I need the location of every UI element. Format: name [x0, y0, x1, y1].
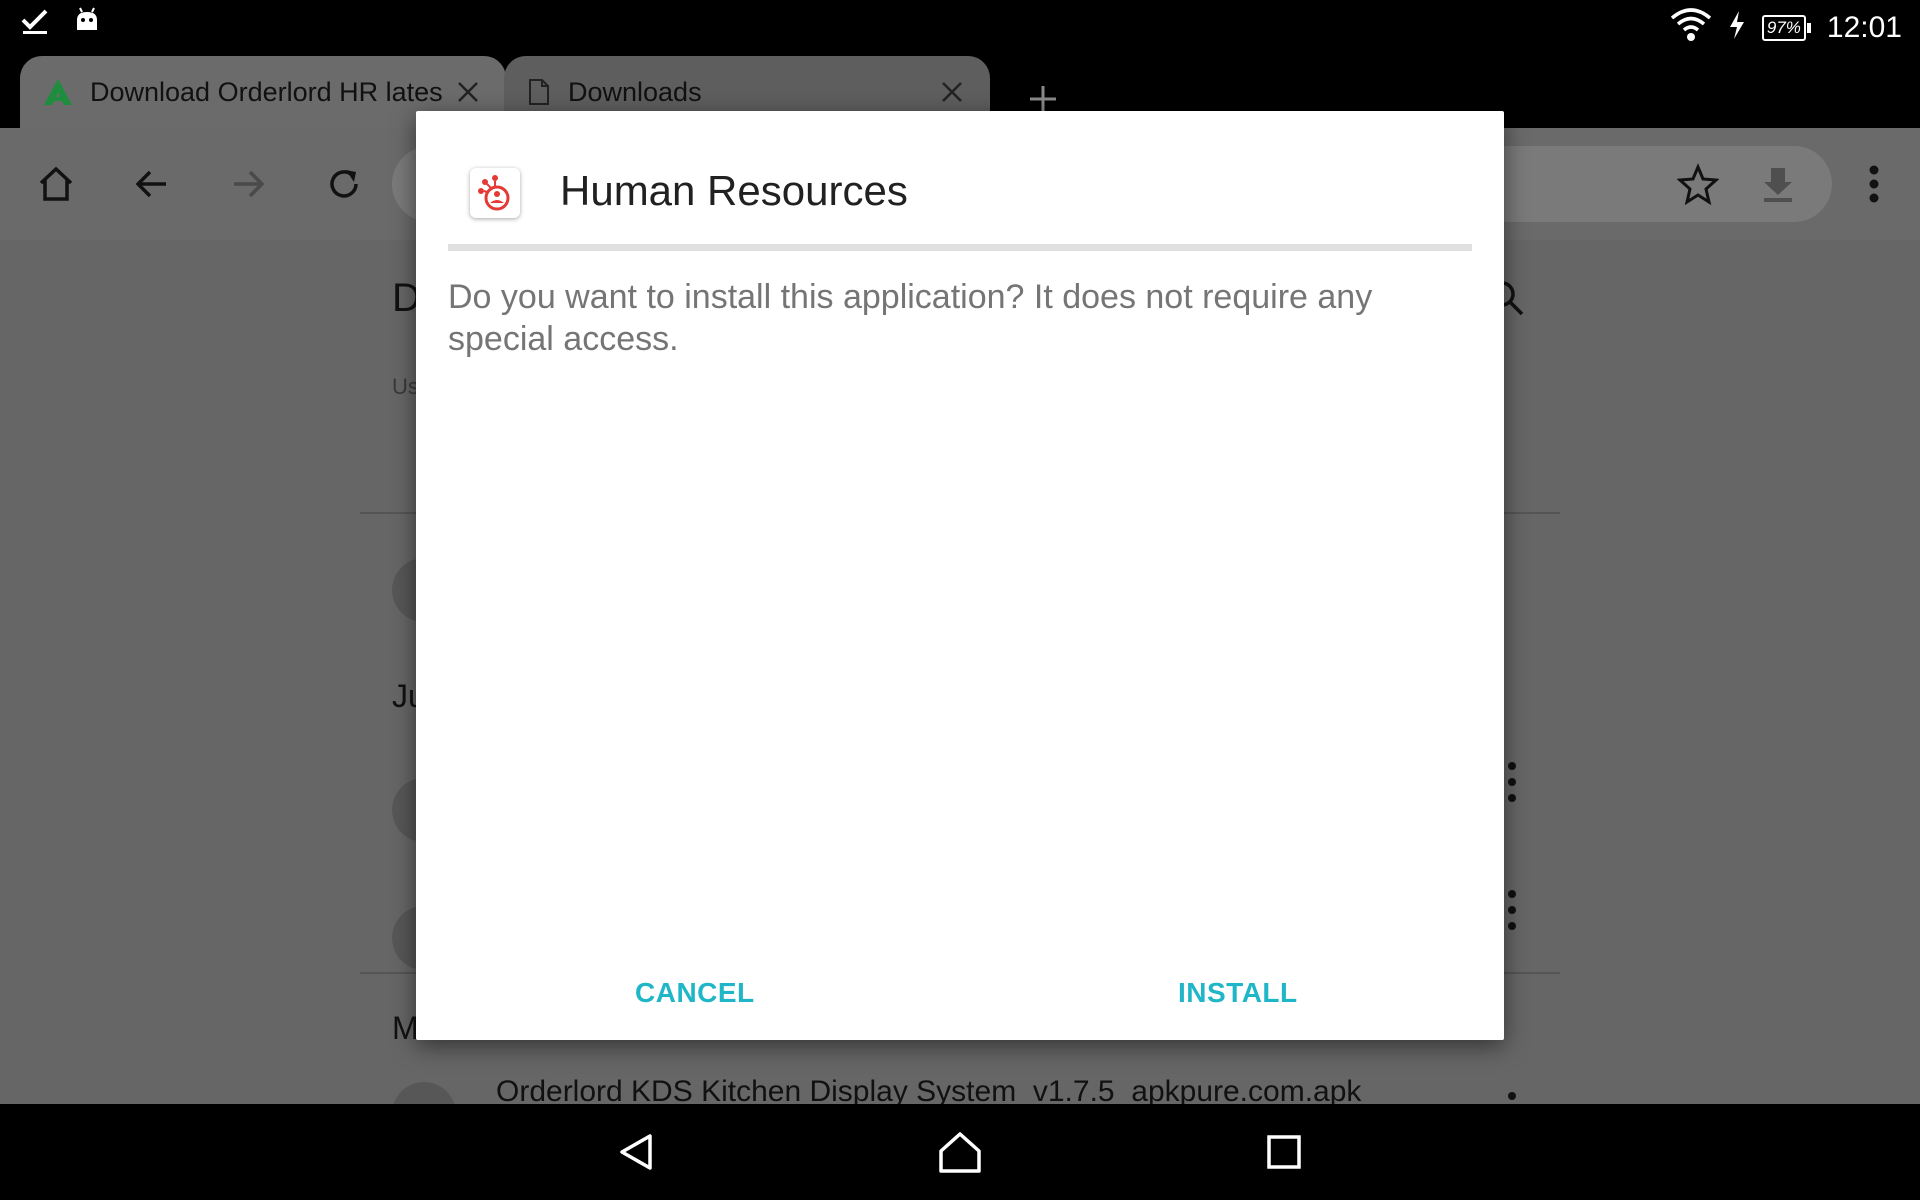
square-recents-icon: [1267, 1135, 1301, 1169]
file-icon: [392, 1082, 456, 1104]
home-button[interactable]: [28, 156, 84, 212]
storage-usage-text: Us: [392, 374, 419, 399]
recents-nav-button[interactable]: [1254, 1122, 1314, 1182]
cancel-button[interactable]: CANCEL: [635, 977, 755, 1009]
bookmark-button[interactable]: [1670, 156, 1726, 212]
reload-button[interactable]: [316, 156, 372, 212]
forward-button[interactable]: [220, 156, 276, 212]
menu-button[interactable]: [1846, 156, 1902, 212]
more-vert-icon[interactable]: [1505, 762, 1519, 802]
wifi-icon: [1670, 8, 1712, 47]
app-icon: [470, 168, 520, 218]
home-icon: [939, 1132, 981, 1173]
clock: 12:01: [1826, 10, 1902, 44]
home-icon: [39, 166, 73, 201]
more-vert-icon[interactable]: [1505, 890, 1519, 930]
file-row-title[interactable]: Orderlord KDS Kitchen Display System_v1.…: [496, 1075, 1361, 1104]
home-nav-button[interactable]: [930, 1122, 990, 1182]
download-button[interactable]: [1750, 156, 1806, 212]
triangle-back-icon: [620, 1134, 652, 1170]
status-bar: 97% 12:01: [0, 0, 1920, 50]
document-icon: [528, 78, 550, 106]
star-icon: [1677, 163, 1719, 205]
back-button[interactable]: [124, 156, 180, 212]
back-nav-button[interactable]: [606, 1122, 666, 1182]
apkpure-icon: [42, 77, 74, 107]
tab-title: Downloads: [568, 76, 702, 107]
checkmark-icon: [20, 6, 50, 41]
install-button[interactable]: INSTALL: [1178, 977, 1298, 1009]
battery-percent: 97%: [1766, 17, 1801, 37]
navigation-bar: [0, 1104, 1920, 1200]
more-vert-icon[interactable]: [1505, 1092, 1519, 1104]
android-icon: [72, 6, 102, 41]
install-dialog: Human Resources Do you want to install t…: [416, 111, 1504, 1040]
refresh-icon: [330, 170, 358, 198]
download-icon: [1764, 168, 1792, 202]
more-vert-icon: [1869, 165, 1879, 203]
tab-title: Download Orderlord HR lates: [90, 76, 443, 107]
battery-indicator: 97%: [1761, 14, 1811, 41]
arrow-right-icon: [234, 170, 265, 198]
arrow-left-icon: [135, 170, 166, 198]
dialog-title: Human Resources: [560, 167, 908, 214]
dialog-message: Do you want to install this application?…: [448, 278, 1373, 358]
section-label: M: [392, 1010, 419, 1046]
close-icon[interactable]: [448, 72, 488, 112]
charging-bolt-icon: [1728, 10, 1746, 45]
battery-tip: [1806, 22, 1811, 33]
divider: [448, 244, 1472, 251]
close-icon[interactable]: [932, 72, 972, 112]
